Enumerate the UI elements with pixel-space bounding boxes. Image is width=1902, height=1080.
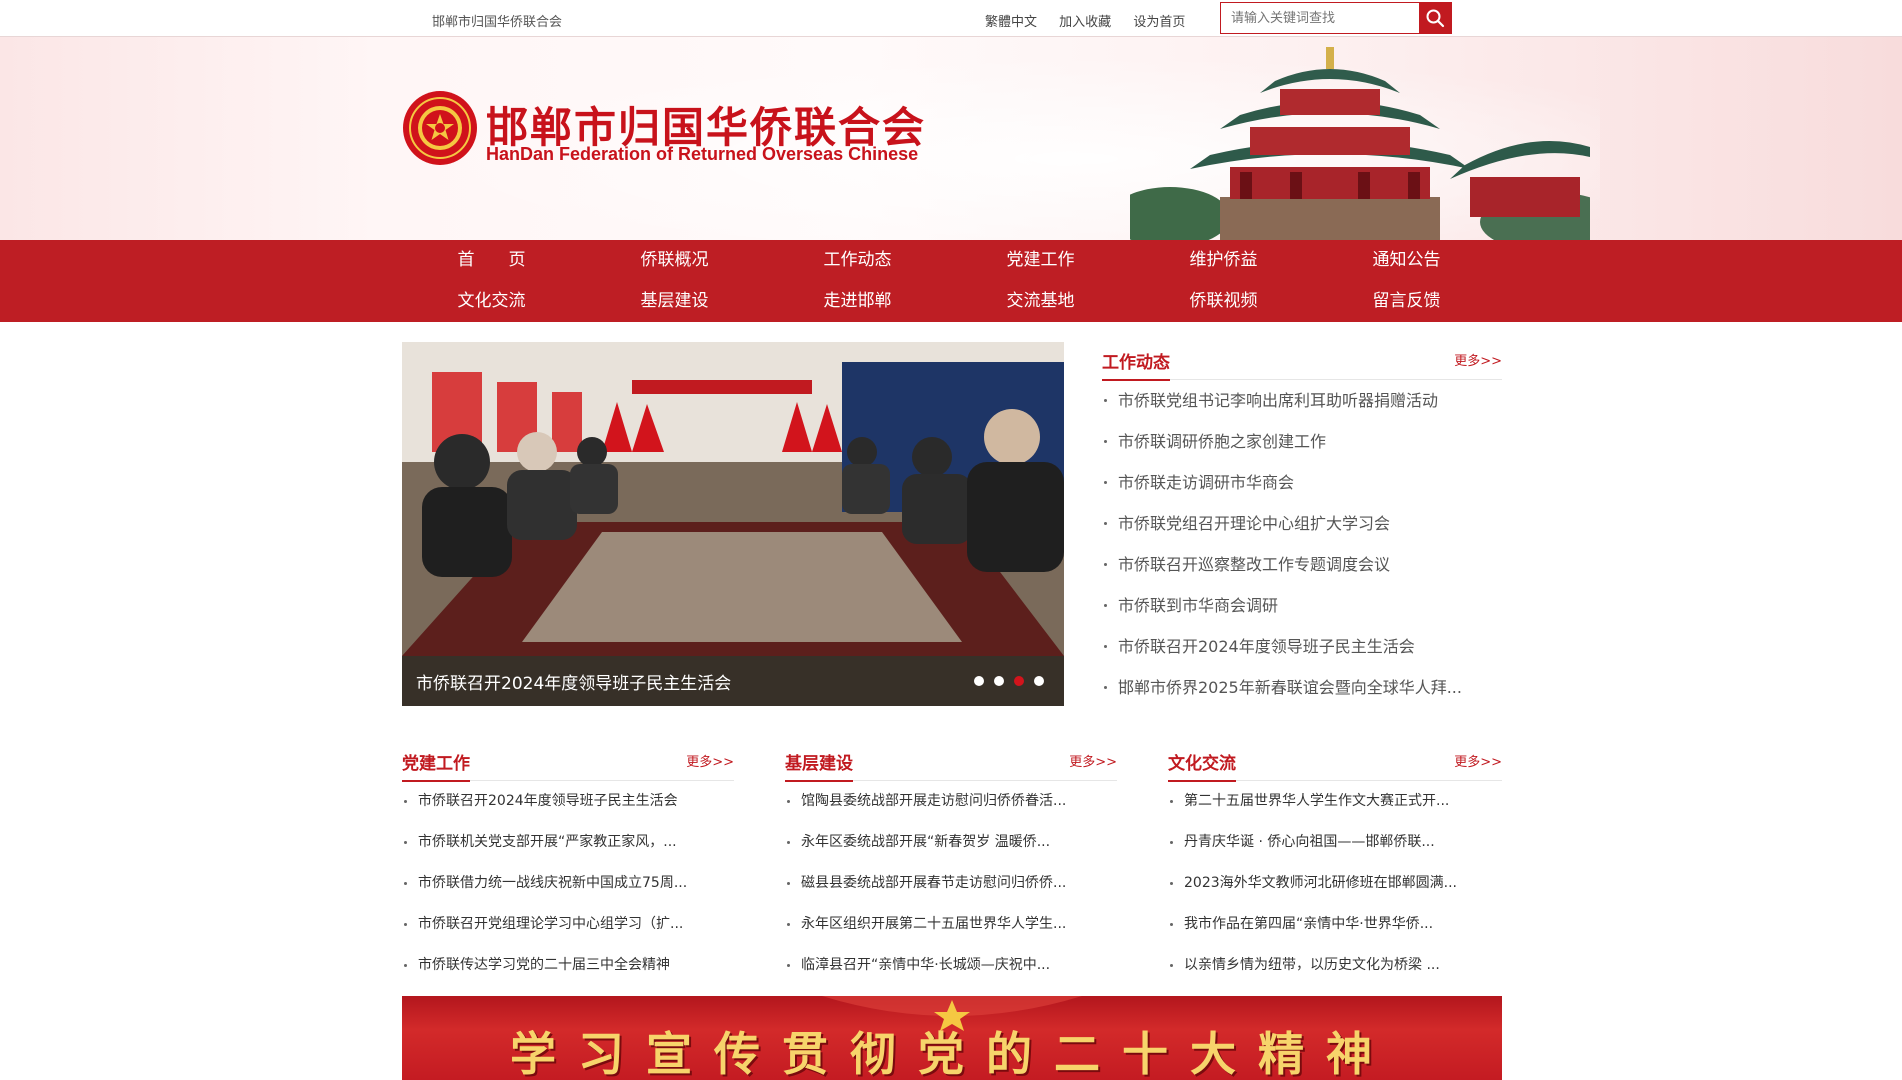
list-item[interactable]: 市侨联召开2024年度领导班子民主生活会 bbox=[1102, 626, 1502, 667]
list-item[interactable]: 市侨联借力统一战线庆祝新中国成立75周... bbox=[402, 863, 734, 904]
nav-culture[interactable]: 文化交流 bbox=[400, 281, 583, 322]
list-item[interactable]: 市侨联走访调研市华商会 bbox=[1102, 462, 1502, 503]
search-button[interactable] bbox=[1419, 3, 1451, 33]
top-links: 繁體中文 加入收藏 设为首页 bbox=[985, 11, 1203, 30]
list-item[interactable]: 市侨联党组书记李响出席利耳助听器捐赠活动 bbox=[1102, 380, 1502, 421]
list-item[interactable]: 永年区委统战部开展“新春贺岁 温暖侨... bbox=[785, 822, 1117, 863]
party-work-header: 党建工作 更多>> bbox=[402, 743, 734, 782]
slider-dots bbox=[974, 676, 1044, 686]
nav-grassroots[interactable]: 基层建设 bbox=[583, 281, 766, 322]
list-item[interactable]: 市侨联传达学习党的二十届三中全会精神 bbox=[402, 945, 734, 986]
nav-row-2: 文化交流 基层建设 走进邯郸 交流基地 侨联视频 留言反馈 bbox=[400, 281, 1500, 322]
slide-photo bbox=[402, 342, 1064, 706]
set-homepage-link[interactable]: 设为首页 bbox=[1133, 15, 1185, 30]
grassroots-more-link[interactable]: 更多>> bbox=[1069, 751, 1117, 770]
nav-party-work[interactable]: 党建工作 bbox=[949, 240, 1132, 281]
slogan-text: 学习宣传贯彻党的二十大精神 bbox=[510, 1027, 1394, 1080]
culture-header: 文化交流 更多>> bbox=[1168, 743, 1502, 782]
nav-handan[interactable]: 走进邯郸 bbox=[766, 281, 949, 322]
grassroots-list: 馆陶县委统战部开展走访慰问归侨侨眷活... 永年区委统战部开展“新春贺岁 温暖侨… bbox=[785, 781, 1117, 986]
list-item[interactable]: 临漳县召开“亲情中华·长城颂—庆祝中... bbox=[785, 945, 1117, 986]
nav-video[interactable]: 侨联视频 bbox=[1132, 281, 1315, 322]
list-item[interactable]: 市侨联召开2024年度领导班子民主生活会 bbox=[402, 781, 734, 822]
nav-protect-rights[interactable]: 维护侨益 bbox=[1132, 240, 1315, 281]
list-item[interactable]: 市侨联召开党组理论学习中心组学习（扩... bbox=[402, 904, 734, 945]
list-item[interactable]: 以亲情乡情为纽带，以历史文化为桥梁 ... bbox=[1168, 945, 1502, 986]
culture-more-link[interactable]: 更多>> bbox=[1454, 751, 1502, 770]
slide-caption[interactable]: 市侨联召开2024年度领导班子民主生活会 bbox=[416, 669, 731, 694]
list-item[interactable]: 市侨联机关党支部开展“严家教正家风，... bbox=[402, 822, 734, 863]
top-bar: 邯郸市归国华侨联合会 繁體中文 加入收藏 设为首页 bbox=[0, 0, 1902, 37]
culture-title[interactable]: 文化交流 bbox=[1168, 749, 1236, 782]
list-item[interactable]: 邯郸市侨界2025年新春联谊会暨向全球华人拜... bbox=[1102, 667, 1502, 708]
federation-emblem-icon bbox=[403, 91, 477, 165]
slider-dot-active[interactable] bbox=[1014, 676, 1024, 686]
list-item[interactable]: 市侨联党组召开理论中心组扩大学习会 bbox=[1102, 503, 1502, 544]
search-icon bbox=[1426, 9, 1445, 28]
list-item[interactable]: 市侨联召开巡察整改工作专题调度会议 bbox=[1102, 544, 1502, 585]
nav-row-1: 首 页 侨联概况 工作动态 党建工作 维护侨益 通知公告 bbox=[400, 240, 1500, 281]
slider-dot[interactable] bbox=[974, 676, 984, 686]
list-item[interactable]: 磁县县委统战部开展春节走访慰问归侨侨... bbox=[785, 863, 1117, 904]
list-item[interactable]: 馆陶县委统战部开展走访慰问归侨侨眷活... bbox=[785, 781, 1117, 822]
work-news-list: 市侨联党组书记李响出席利耳助听器捐赠活动 市侨联调研侨胞之家创建工作 市侨联走访… bbox=[1102, 380, 1502, 708]
top-site-name: 邯郸市归国华侨联合会 bbox=[432, 15, 563, 30]
slide-caption-bar: 市侨联召开2024年度领导班子民主生活会 bbox=[402, 656, 1064, 706]
slider-dot[interactable] bbox=[1034, 676, 1044, 686]
party-work-list: 市侨联召开2024年度领导班子民主生活会 市侨联机关党支部开展“严家教正家风，.… bbox=[402, 781, 734, 986]
culture-list: 第二十五届世界华人学生作文大赛正式开... 丹青庆华诞 · 侨心向祖国——邯郸侨… bbox=[1168, 781, 1502, 986]
site-title-en: HanDan Federation of Returned Overseas C… bbox=[486, 144, 919, 164]
nav-work-news[interactable]: 工作动态 bbox=[766, 240, 949, 281]
nav-feedback[interactable]: 留言反馈 bbox=[1315, 281, 1498, 322]
main-nav: 首 页 侨联概况 工作动态 党建工作 维护侨益 通知公告 文化交流 基层建设 走… bbox=[0, 240, 1902, 322]
nav-overview[interactable]: 侨联概况 bbox=[583, 240, 766, 281]
party-work-title[interactable]: 党建工作 bbox=[402, 749, 470, 782]
traditional-chinese-link[interactable]: 繁體中文 bbox=[985, 15, 1037, 30]
list-item[interactable]: 丹青庆华诞 · 侨心向祖国——邯郸侨联... bbox=[1168, 822, 1502, 863]
add-favorite-link[interactable]: 加入收藏 bbox=[1059, 15, 1111, 30]
news-slider[interactable]: 市侨联召开2024年度领导班子民主生活会 bbox=[402, 342, 1064, 706]
search-input[interactable] bbox=[1221, 3, 1419, 33]
list-item[interactable]: 市侨联到市华商会调研 bbox=[1102, 585, 1502, 626]
list-item[interactable]: 永年区组织开展第二十五届世界华人学生... bbox=[785, 904, 1117, 945]
header-banner: 邯郸市归国华侨联合会 HanDan Federation of Returned… bbox=[0, 37, 1902, 240]
list-item[interactable]: 第二十五届世界华人学生作文大赛正式开... bbox=[1168, 781, 1502, 822]
slider-dot[interactable] bbox=[994, 676, 1004, 686]
grassroots-title[interactable]: 基层建设 bbox=[785, 749, 853, 782]
work-news-title[interactable]: 工作动态 bbox=[1102, 348, 1170, 381]
slogan-banner[interactable]: 学习宣传贯彻党的二十大精神 bbox=[402, 996, 1502, 1080]
nav-exchange-base[interactable]: 交流基地 bbox=[949, 281, 1132, 322]
pavilion-illustration-icon bbox=[1130, 47, 1590, 240]
party-work-more-link[interactable]: 更多>> bbox=[686, 751, 734, 770]
list-item[interactable]: 2023海外华文教师河北研修班在邯郸圆满... bbox=[1168, 863, 1502, 904]
list-item[interactable]: 我市作品在第四届“亲情中华·世界华侨... bbox=[1168, 904, 1502, 945]
nav-notices[interactable]: 通知公告 bbox=[1315, 240, 1498, 281]
work-news-more-link[interactable]: 更多>> bbox=[1454, 350, 1502, 369]
nav-home[interactable]: 首 页 bbox=[400, 240, 583, 281]
grassroots-header: 基层建设 更多>> bbox=[785, 743, 1117, 782]
work-news-header: 工作动态 更多>> bbox=[1102, 342, 1502, 381]
search-box bbox=[1220, 2, 1452, 34]
list-item[interactable]: 市侨联调研侨胞之家创建工作 bbox=[1102, 421, 1502, 462]
